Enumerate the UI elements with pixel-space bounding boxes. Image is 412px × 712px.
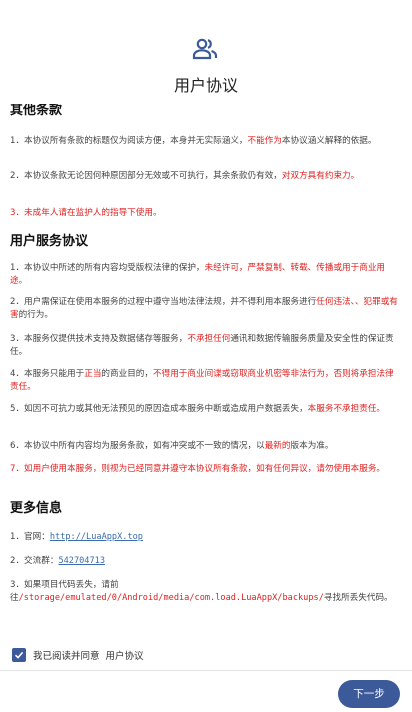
website-link[interactable]: http://LuaAppX.top [50, 532, 143, 542]
section-title-service: 用户服务协议 [10, 234, 89, 249]
section-title-other: 其他条款 [10, 104, 63, 118]
agree-row[interactable]: 我已阅读并同意 用户协议 [12, 646, 144, 664]
group-link[interactable]: 542704713 [58, 556, 105, 566]
agree-text: 我已阅读并同意 [33, 651, 100, 662]
page-title: 用户协议 [173, 76, 238, 95]
next-button[interactable]: 下一步 [338, 680, 400, 708]
service-item-2: 2．用户需保证在使用本服务的过程中遵守当地法律法规，并不得利用本服务进行任何违法… [10, 297, 398, 320]
header: 用户协议 [0, 0, 412, 104]
other-item-1: 1．本协议所有条款的标题仅为阅读方便，本身并无实际涵义，不能作为本协议涵义解释的… [10, 136, 377, 146]
agree-checkbox[interactable] [12, 648, 26, 662]
service-item-4: 4．本服务只能用于正当的商业目的，不得用于商业间谍或窃取商业机密等非法行为，否则… [10, 369, 394, 392]
other-item-3: 3．未成年人请在监护人的指导下使用。 [10, 208, 162, 218]
service-item-3: 3．本服务仅提供技术支持及数据储存等服务，不承担任何通讯和数据传输服务质量及安全… [10, 334, 394, 357]
agreement-link[interactable]: 用户协议 [106, 648, 144, 662]
service-item-1: 1．本协议中所述的所有内容均受版权法律的保护，未经许可，严禁复制、转载、传播或用… [10, 263, 386, 286]
check-icon [14, 651, 24, 659]
service-item-7: 7．如用户使用本服务，则视为已经同意并遵守本协议所有条款，如有任何异议，请勿使用… [10, 464, 386, 474]
service-item-6: 6．本协议中所有内容均为服务条款，如有冲突或不一致的情况，以最新的版本为准。 [10, 441, 334, 451]
footer-divider [0, 670, 412, 671]
service-item-5: 5．如因不可抗力或其他无法预见的原因造成本服务中断或造成用户数据丢失，本服务不承… [10, 404, 386, 414]
other-item-2: 2．本协议条款无论因何种原因部分无效或不可执行，其余条款仍有效，对双方具有约束力… [10, 171, 360, 181]
more-item-backup: 3．如果项目代码丢失，请前往/storage/emulated/0/Androi… [10, 580, 393, 603]
users-icon [192, 38, 218, 60]
agreement-content[interactable]: 其他条款 1．本协议所有条款的标题仅为阅读方便，本身并无实际涵义，不能作为本协议… [10, 104, 404, 644]
more-item-group: 2．交流群：542704713 [10, 556, 106, 566]
section-title-more: 更多信息 [10, 501, 63, 516]
more-item-website: 1．官网：http://LuaAppX.top [10, 532, 143, 542]
